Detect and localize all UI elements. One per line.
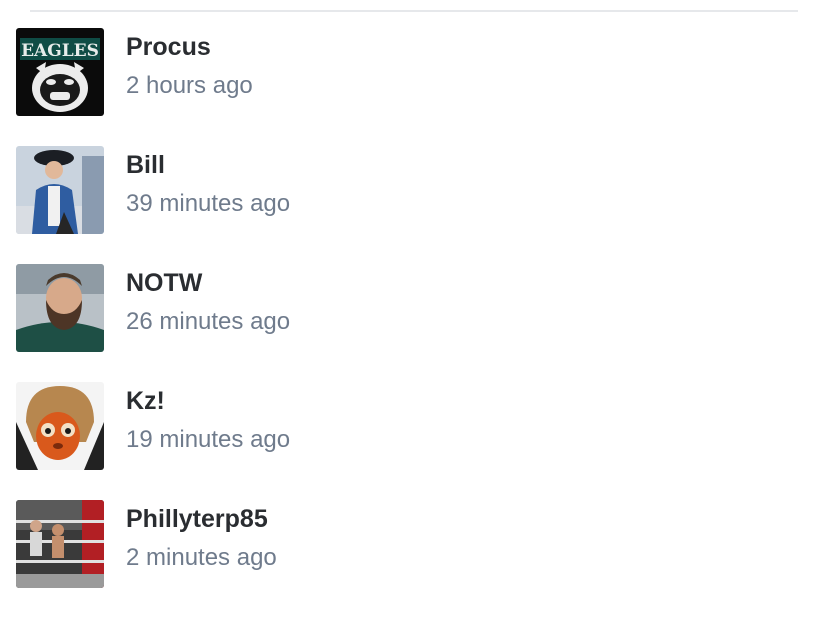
list-item[interactable]: Phillyterp85 2 minutes ago	[16, 500, 796, 590]
bearded-man-avatar[interactable]	[16, 264, 104, 352]
eagles-bulldog-logo-avatar[interactable]: EAGLES	[16, 28, 104, 116]
svg-text:EAGLES: EAGLES	[21, 41, 99, 61]
timestamp: 2 minutes ago	[126, 544, 277, 571]
timestamp: 19 minutes ago	[126, 426, 291, 453]
list-item[interactable]: Bill 39 minutes ago	[16, 146, 796, 236]
list-item[interactable]: NOTW 26 minutes ago	[16, 264, 796, 354]
list-item[interactable]: EAGLES Procus 2 hours ago	[16, 28, 796, 118]
colonial-soldier-avatar[interactable]	[16, 146, 104, 234]
username[interactable]: Bill	[126, 150, 165, 180]
username[interactable]: Phillyterp85	[126, 504, 268, 534]
username[interactable]: NOTW	[126, 268, 202, 298]
cartoon-face-avatar[interactable]	[16, 382, 104, 470]
top-divider	[30, 10, 798, 12]
username[interactable]: Kz!	[126, 386, 165, 416]
username[interactable]: Procus	[126, 32, 211, 62]
list-item[interactable]: Kz! 19 minutes ago	[16, 382, 796, 472]
boxing-ring-avatar[interactable]	[16, 500, 104, 588]
timestamp: 2 hours ago	[126, 72, 253, 99]
timestamp: 26 minutes ago	[126, 308, 291, 335]
timestamp: 39 minutes ago	[126, 190, 291, 217]
